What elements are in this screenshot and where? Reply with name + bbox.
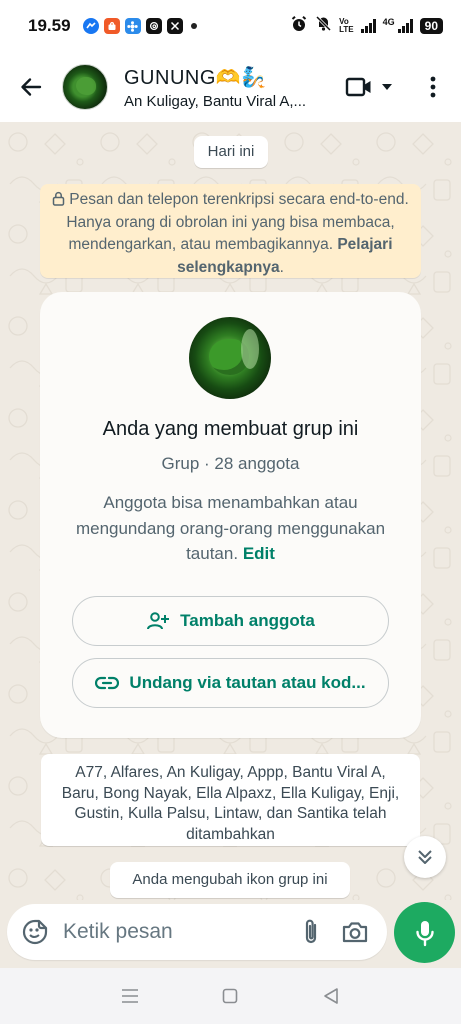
voice-message-button[interactable] xyxy=(394,902,455,963)
double-chevron-down-icon xyxy=(418,850,432,864)
recents-button[interactable] xyxy=(110,976,150,1016)
shopee-icon xyxy=(103,18,120,34)
more-options-button[interactable] xyxy=(413,67,453,107)
members-added-message: A77, Alfares, An Kuligay, Appp, Bantu Vi… xyxy=(41,754,420,846)
edit-permissions-link[interactable]: Edit xyxy=(243,544,275,563)
camera-button[interactable] xyxy=(333,920,377,944)
square-home-icon xyxy=(223,988,238,1004)
video-camera-icon xyxy=(345,77,371,97)
messenger-icon xyxy=(82,18,99,34)
threads-icon xyxy=(145,18,162,34)
group-name: GUNUNG🫶🧞 xyxy=(124,66,267,89)
icon-changed-message: Anda mengubah ikon grup ini xyxy=(110,862,350,898)
signal-icon-1 xyxy=(360,19,376,33)
system-navigation-bar xyxy=(0,968,461,1024)
back-button[interactable] xyxy=(0,52,62,122)
add-members-label: Tambah anggota xyxy=(180,611,315,630)
group-member-count: Grup · 28 anggota xyxy=(161,454,300,473)
status-bar: 19.59 Vo LTE 4G 90 xyxy=(0,0,461,52)
group-permissions-description: Anggota bisa menambahkan atau mengundang… xyxy=(75,493,386,563)
invite-link-button[interactable]: Undang via tautan atau kod... xyxy=(72,658,389,708)
more-vertical-icon xyxy=(430,76,436,98)
network-type: 4G xyxy=(382,16,395,27)
notification-icons xyxy=(82,18,197,34)
more-notifications-dot xyxy=(190,23,197,29)
group-created-card: Anda yang membuat grup ini Grup · 28 ang… xyxy=(40,292,421,738)
camera-icon xyxy=(342,922,368,943)
signal-icon-2 xyxy=(397,19,413,33)
menu-lines-icon xyxy=(122,989,139,1003)
group-avatar-large[interactable] xyxy=(189,317,271,399)
invite-link-label: Undang via tautan atau kod... xyxy=(129,673,366,692)
app-icon xyxy=(124,18,141,34)
attach-button[interactable] xyxy=(289,918,333,946)
status-time: 19.59 xyxy=(28,16,71,35)
battery-indicator: 90 xyxy=(419,18,443,34)
alarm-icon xyxy=(290,15,308,38)
group-avatar[interactable] xyxy=(62,64,108,110)
home-button[interactable] xyxy=(210,976,250,1016)
group-members-preview: An Kuligay, Bantu Viral A,... xyxy=(124,92,307,110)
triangle-back-icon xyxy=(324,988,338,1004)
mute-icon xyxy=(315,15,332,37)
message-input-box[interactable]: Ketik pesan xyxy=(7,904,387,960)
add-person-icon xyxy=(147,612,170,630)
microphone-icon xyxy=(415,920,434,946)
group-created-title: Anda yang membuat grup ini xyxy=(102,418,359,440)
chevron-down-icon xyxy=(382,84,392,90)
sticker-emoji-icon xyxy=(22,919,48,945)
back-nav-button[interactable] xyxy=(311,976,351,1016)
arrow-left-icon xyxy=(21,78,42,96)
scroll-to-bottom-button[interactable] xyxy=(404,836,446,878)
emoji-button[interactable] xyxy=(7,919,63,945)
message-input[interactable]: Ketik pesan xyxy=(63,920,289,944)
add-members-button[interactable]: Tambah anggota xyxy=(72,596,389,646)
lock-icon xyxy=(53,191,65,206)
message-composer: Ketik pesan xyxy=(0,900,461,968)
date-separator: Hari ini xyxy=(194,136,268,168)
chat-header: GUNUNG🫶🧞 An Kuligay, Bantu Viral A,... xyxy=(0,52,461,122)
x-icon xyxy=(166,18,183,34)
link-icon xyxy=(95,676,120,690)
volte-indicator: Vo LTE xyxy=(339,17,354,34)
paperclip-icon xyxy=(305,919,317,944)
video-call-button[interactable] xyxy=(345,76,393,98)
chat-area[interactable]: Hari ini Pesan dan telepon terenkripsi s… xyxy=(0,122,461,900)
encryption-notice[interactable]: Pesan dan telepon terenkripsi secara end… xyxy=(40,184,421,278)
group-info[interactable]: GUNUNG🫶🧞 An Kuligay, Bantu Viral A,... xyxy=(124,65,345,110)
